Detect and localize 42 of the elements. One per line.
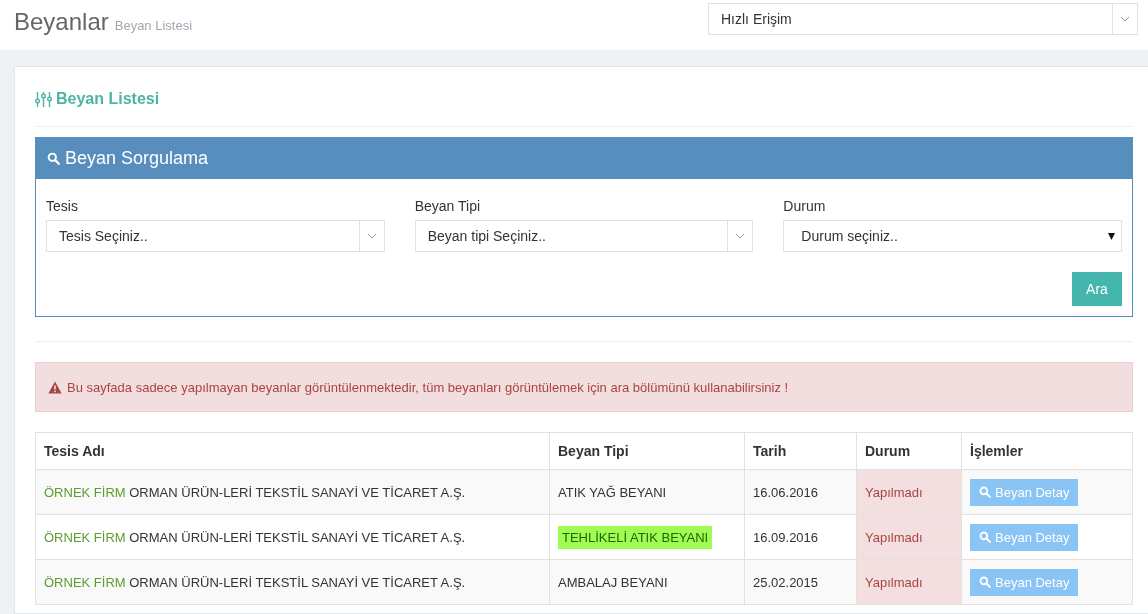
page-subtitle: Beyan Listesi bbox=[114, 18, 193, 33]
field-label: Beyan Tipi bbox=[414, 198, 482, 214]
status-cell: Yapılmadı bbox=[856, 514, 962, 560]
column-header: Tarih bbox=[744, 432, 857, 470]
facility-name: ORMAN ÜRÜN-LERİ TEKSTİL SANAYİ VE TİCARET A.Ş. bbox=[129, 574, 466, 590]
page-title: Beyanlar bbox=[14, 8, 109, 36]
sliders-icon bbox=[35, 91, 52, 107]
table-cell: 16.06.2016 bbox=[744, 469, 857, 515]
firm-tag: ÖRNEK FİRM bbox=[44, 529, 126, 545]
field-label: Durum bbox=[783, 198, 827, 214]
firm-tag: ÖRNEK FİRM bbox=[44, 484, 126, 500]
facility-name: ORMAN ÜRÜN-LERİ TEKSTİL SANAYİ VE TİCARET A.Ş. bbox=[129, 529, 466, 545]
declaration-type: AMBALAJ BEYANI bbox=[558, 574, 668, 590]
chevron-down-icon bbox=[735, 233, 746, 239]
table-cell: 25.02.2015 bbox=[744, 559, 857, 605]
dropdown-triangle-icon bbox=[1108, 232, 1115, 240]
field-label: Tesis bbox=[46, 198, 79, 214]
status-cell: Yapılmadı bbox=[856, 559, 962, 605]
chevron-down-icon bbox=[366, 233, 377, 239]
select-field[interactable]: Hızlı Erişim bbox=[708, 3, 1138, 35]
declaration-type: ATIK YAĞ BEYANI bbox=[558, 484, 667, 500]
alert-message: Bu sayfada sadece yapılmayan beyanlar görüntülenmektedir, tüm beyanları görüntülemek için ara bölümünü kullanabilirsiniz ! bbox=[67, 379, 789, 395]
warning-icon bbox=[48, 380, 62, 394]
chevron-down-icon bbox=[1120, 16, 1130, 22]
panel-title: Beyan Listesi bbox=[56, 90, 160, 108]
select-field[interactable]: Tesis Seçiniz.. bbox=[46, 220, 385, 252]
firm-tag: ÖRNEK FİRM bbox=[44, 574, 126, 590]
column-header: Beyan Tipi bbox=[549, 432, 745, 470]
status-cell: Yapılmadı bbox=[856, 469, 962, 515]
search-icon bbox=[979, 531, 991, 543]
facility-name: ORMAN ÜRÜN-LERİ TEKSTİL SANAYİ VE TİCARET A.Ş. bbox=[129, 484, 466, 500]
select-field[interactable]: Durum seçiniz.. bbox=[783, 220, 1122, 252]
column-header: İşlemler bbox=[961, 432, 1133, 470]
highlighted-declaration-type: TEHLİKELİ ATIK BEYANI bbox=[558, 525, 713, 549]
search-icon bbox=[47, 152, 60, 165]
column-header: Durum bbox=[856, 432, 962, 470]
column-header: Tesis Adı bbox=[35, 432, 550, 470]
select-field[interactable]: Beyan tipi Seçiniz.. bbox=[414, 220, 754, 252]
table-cell: 16.09.2016 bbox=[744, 514, 857, 560]
search-panel-title: Beyan Sorgulama bbox=[65, 148, 209, 169]
search-icon bbox=[979, 486, 991, 498]
search-icon bbox=[979, 576, 991, 588]
